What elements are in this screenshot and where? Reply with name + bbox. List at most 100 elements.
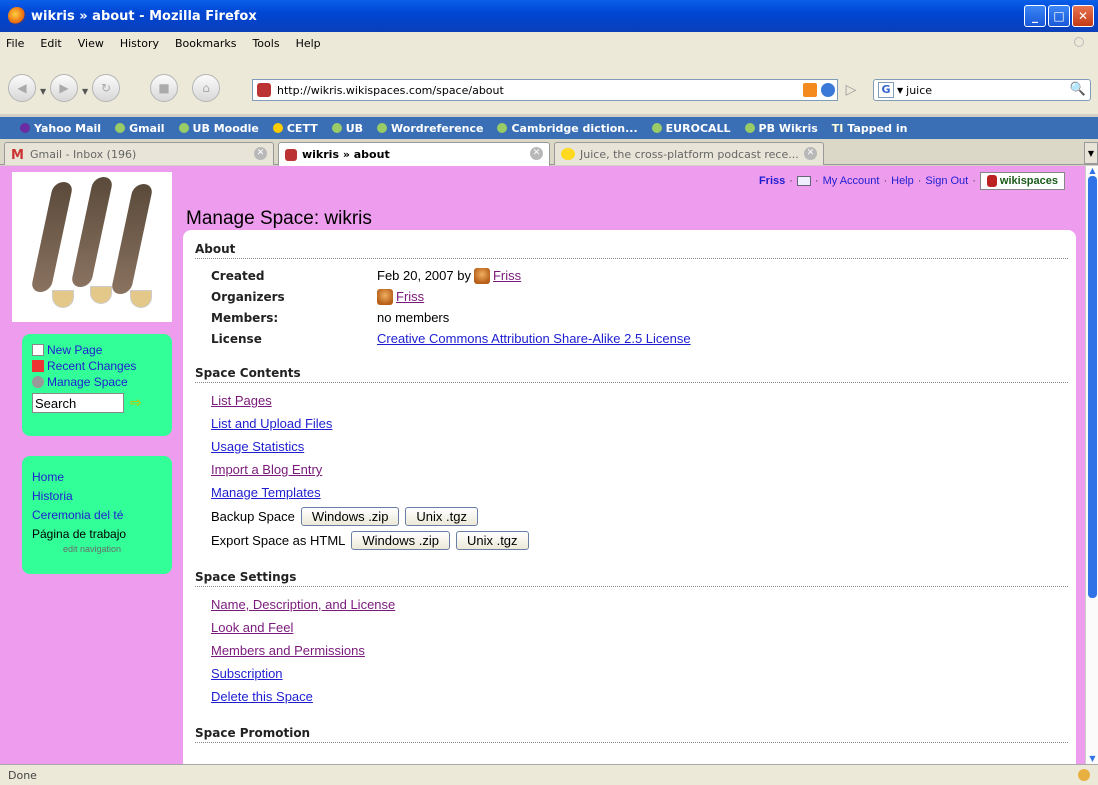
menu-bookmarks[interactable]: Bookmarks — [175, 37, 236, 50]
address-bar[interactable]: http://wikris.wikispaces.com/space/about — [252, 79, 838, 101]
wikispaces-badge[interactable]: wikispaces — [979, 172, 1065, 190]
google-search-engine-icon[interactable]: G — [878, 82, 894, 98]
backup-unix-tgz-button[interactable]: Unix .tgz — [405, 507, 478, 526]
recent-changes-label: Recent Changes — [47, 359, 137, 373]
subscription-link[interactable]: Subscription — [211, 662, 1076, 685]
bookmark-label: UB — [345, 121, 364, 135]
scroll-up-icon[interactable]: ▲ — [1088, 167, 1097, 175]
recent-changes-link[interactable]: Recent Changes — [32, 358, 172, 374]
bookmark-eurocall[interactable]: EUROCALL — [651, 121, 731, 135]
close-tab-icon[interactable]: ✕ — [530, 147, 543, 160]
vertical-scrollbar[interactable]: ▲ ▼ — [1085, 166, 1098, 764]
page-content: New Page Recent Changes Manage Space ⇨ H… — [0, 166, 1085, 764]
scroll-down-icon[interactable]: ▼ — [1088, 755, 1097, 763]
bookmark-ub[interactable]: UB — [331, 121, 364, 135]
magnifier-icon[interactable]: 🔍 — [1070, 82, 1086, 97]
export-windows-zip-button[interactable]: Windows .zip — [351, 531, 450, 550]
manage-space-link[interactable]: Manage Space — [32, 374, 172, 390]
license-link[interactable]: Creative Commons Attribution Share-Alike… — [377, 330, 691, 348]
back-button[interactable]: ◀ — [8, 74, 36, 102]
created-by-user-link[interactable]: Friss — [493, 267, 521, 285]
search-input[interactable] — [32, 393, 124, 413]
menu-view[interactable]: View — [78, 37, 104, 50]
bookmark-cambridge[interactable]: Cambridge diction... — [497, 122, 638, 135]
bookmark-tapped-in[interactable]: TI Tapped in — [832, 122, 908, 135]
nav-historia[interactable]: Historia — [32, 487, 172, 506]
organizers-value: Friss — [377, 288, 1076, 306]
bookmark-yahoo-mail[interactable]: Yahoo Mail — [20, 122, 101, 135]
forward-dropdown-icon[interactable]: ▼ — [82, 87, 88, 96]
tab-gmail[interactable]: M Gmail - Inbox (196) ✕ — [4, 142, 274, 165]
menu-file[interactable]: File — [6, 37, 24, 50]
help-link[interactable]: Help — [891, 175, 914, 187]
search-dropdown-icon[interactable]: ▼ — [897, 86, 903, 95]
nav-home[interactable]: Home — [32, 468, 172, 487]
reload-button[interactable]: ↻ — [92, 74, 120, 102]
status-addon-icon[interactable] — [1078, 769, 1090, 781]
backup-space-row: Backup Space Windows .zip Unix .tgz — [211, 505, 1076, 528]
tab-wikris-about[interactable]: wikris » about ✕ — [278, 142, 550, 166]
bookmark-star-icon — [178, 123, 189, 133]
menu-edit[interactable]: Edit — [40, 37, 61, 50]
stop-button[interactable]: ■ — [150, 74, 178, 102]
back-dropdown-icon[interactable]: ▼ — [40, 87, 46, 96]
new-page-link[interactable]: New Page — [32, 342, 172, 358]
space-promotion-heading: Space Promotion — [195, 726, 1068, 743]
license-value: Creative Commons Attribution Share-Alike… — [377, 330, 1076, 348]
tab-bar: M Gmail - Inbox (196) ✕ wikris » about ✕… — [0, 139, 1098, 166]
members-label: Members: — [211, 311, 279, 325]
bookmark-pb-wikris[interactable]: PB Wikris — [744, 122, 818, 135]
bookmark-label: EUROCALL — [665, 121, 731, 135]
manage-templates-link[interactable]: Manage Templates — [211, 481, 1076, 504]
edit-navigation-link[interactable]: edit navigation — [32, 544, 152, 554]
nav-pagina-de-trabajo[interactable]: Página de trabajo — [32, 525, 172, 544]
menu-help[interactable]: Help — [296, 37, 321, 50]
go-icon[interactable] — [821, 83, 835, 97]
bookmark-ub-moodle[interactable]: UB Moodle — [178, 122, 259, 135]
sidebar-navigation: Home Historia Ceremonia del té Página de… — [22, 456, 172, 574]
menu-history[interactable]: History — [120, 37, 159, 50]
bookmarks-toolbar: Yahoo Mail Gmail UB Moodle CETT UB Wordr… — [0, 117, 1098, 139]
scrollbar-thumb[interactable] — [1088, 176, 1097, 598]
maximize-button[interactable]: □ — [1048, 5, 1070, 27]
bookmark-label: Yahoo Mail — [34, 121, 102, 135]
members-permissions-link[interactable]: Members and Permissions — [211, 639, 1076, 662]
mail-icon[interactable] — [796, 176, 811, 186]
minimize-button[interactable]: _ — [1024, 5, 1046, 27]
delete-space-link[interactable]: Delete this Space — [211, 685, 1076, 708]
gear-icon — [32, 376, 44, 388]
created-label: Created — [211, 269, 265, 283]
tab-juice[interactable]: Juice, the cross-platform podcast rece..… — [554, 142, 824, 165]
nav-ceremonia[interactable]: Ceremonia del té — [32, 506, 172, 525]
bookmark-cett[interactable]: CETT — [272, 121, 318, 135]
name-description-license-link[interactable]: Name, Description, and License — [211, 593, 1076, 616]
export-html-row: Export Space as HTML Windows .zip Unix .… — [211, 529, 1076, 552]
bookmark-star-icon — [272, 123, 283, 133]
my-account-link[interactable]: My Account — [823, 175, 880, 187]
organizer-user-link[interactable]: Friss — [396, 288, 424, 306]
export-unix-tgz-button[interactable]: Unix .tgz — [455, 531, 529, 550]
menu-tools[interactable]: Tools — [252, 37, 279, 50]
look-and-feel-link[interactable]: Look and Feel — [211, 616, 1076, 639]
close-window-button[interactable]: ✕ — [1072, 5, 1094, 27]
tab-list-dropdown[interactable]: ▼ — [1084, 142, 1098, 164]
forward-button[interactable]: ▶ — [50, 74, 78, 102]
rss-icon[interactable] — [803, 83, 817, 97]
go-button[interactable]: ▷ — [840, 79, 862, 101]
close-tab-icon[interactable]: ✕ — [254, 147, 267, 160]
user-link[interactable]: Friss — [759, 175, 785, 187]
list-upload-files-link[interactable]: List and Upload Files — [211, 412, 1076, 435]
search-bar[interactable]: G ▼ juice 🔍 — [873, 79, 1091, 101]
usage-statistics-link[interactable]: Usage Statistics — [211, 435, 1076, 458]
export-html-label: Export Space as HTML — [211, 533, 346, 548]
list-pages-link[interactable]: List Pages — [211, 389, 1076, 412]
home-button[interactable]: ⌂ — [192, 74, 220, 102]
sign-out-link[interactable]: Sign Out — [925, 175, 968, 187]
search-go-arrow-icon[interactable]: ⇨ — [130, 396, 146, 410]
bookmark-wordreference[interactable]: Wordreference — [377, 122, 483, 135]
import-blog-entry-link[interactable]: Import a Blog Entry — [211, 458, 1076, 481]
bookmark-label: CETT — [286, 121, 318, 135]
close-tab-icon[interactable]: ✕ — [804, 147, 817, 160]
backup-windows-zip-button[interactable]: Windows .zip — [300, 507, 400, 526]
bookmark-gmail[interactable]: Gmail — [115, 122, 165, 135]
